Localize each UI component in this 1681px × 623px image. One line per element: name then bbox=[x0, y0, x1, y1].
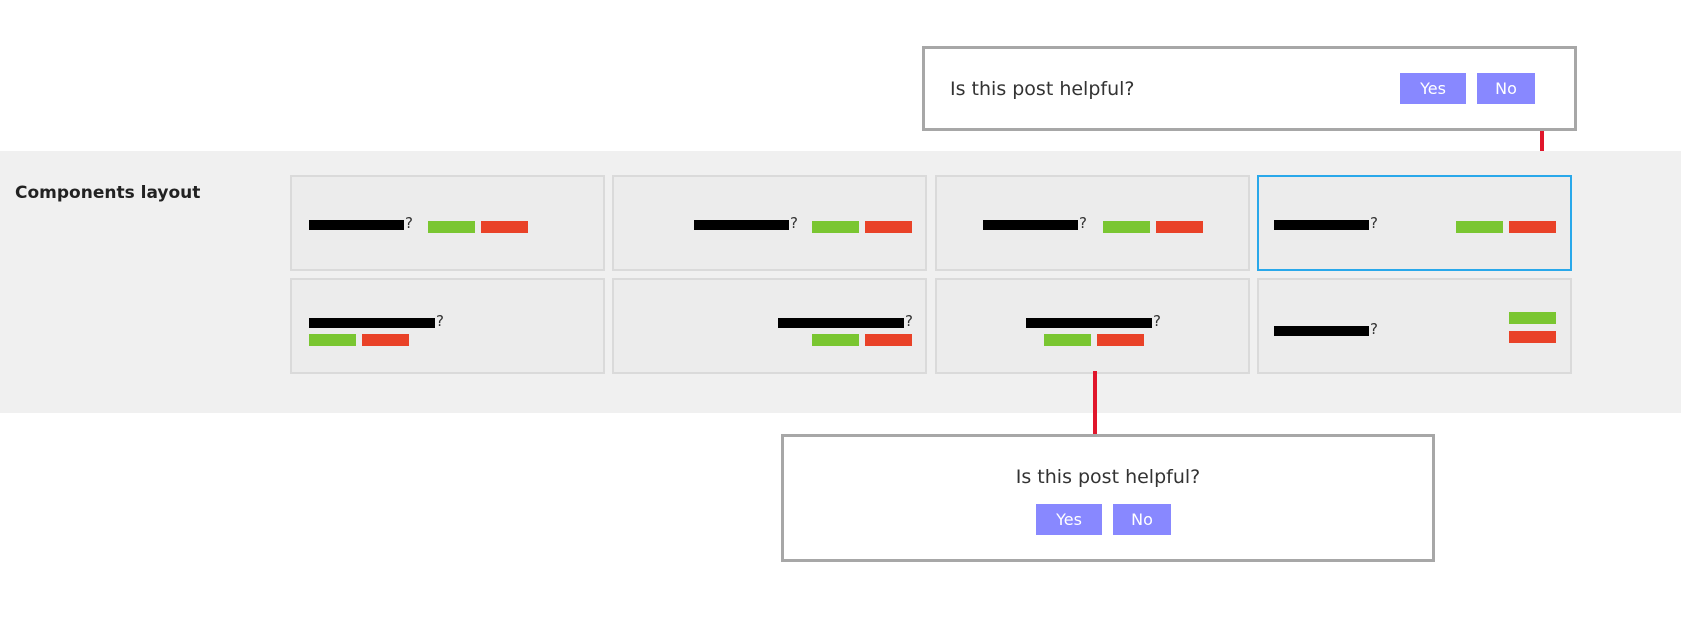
question-bar-icon bbox=[694, 220, 789, 230]
question-mark: ? bbox=[1370, 320, 1378, 338]
question-mark: ? bbox=[1153, 312, 1161, 330]
no-swatch-icon bbox=[362, 334, 409, 346]
question-mark: ? bbox=[1370, 214, 1378, 232]
no-swatch-icon bbox=[1156, 221, 1203, 233]
no-swatch-icon bbox=[1509, 221, 1556, 233]
yes-swatch-icon bbox=[1044, 334, 1091, 346]
preview-stacked-center: Is this post helpful? Yes No bbox=[781, 434, 1435, 562]
yes-swatch-icon bbox=[812, 334, 859, 346]
question-bar-icon bbox=[309, 220, 404, 230]
question-bar-icon bbox=[309, 318, 435, 328]
no-swatch-icon bbox=[1097, 334, 1144, 346]
no-swatch-icon bbox=[865, 221, 912, 233]
layout-option-spread[interactable]: ? bbox=[1257, 175, 1572, 271]
question-mark: ? bbox=[1079, 214, 1087, 232]
connector-line-bottom bbox=[1093, 371, 1097, 436]
question-mark: ? bbox=[405, 214, 413, 232]
question-bar-icon bbox=[778, 318, 904, 328]
layout-option-stacked-left[interactable]: ? bbox=[290, 278, 605, 374]
yes-button[interactable]: Yes bbox=[1036, 504, 1102, 535]
layout-option-inline-right-buttons[interactable]: ? bbox=[612, 175, 927, 271]
question-mark: ? bbox=[790, 214, 798, 232]
yes-button[interactable]: Yes bbox=[1400, 73, 1466, 104]
yes-swatch-icon bbox=[1509, 312, 1556, 324]
no-swatch-icon bbox=[865, 334, 912, 346]
yes-swatch-icon bbox=[1103, 221, 1150, 233]
preview-question: Is this post helpful? bbox=[950, 78, 1135, 100]
layout-option-buttons-stacked-right[interactable]: ? bbox=[1257, 278, 1572, 374]
preview-question: Is this post helpful? bbox=[1015, 466, 1201, 488]
no-swatch-icon bbox=[481, 221, 528, 233]
no-button[interactable]: No bbox=[1113, 504, 1171, 535]
layout-option-stacked-right[interactable]: ? bbox=[612, 278, 927, 374]
layout-option-inline-left[interactable]: ? bbox=[290, 175, 605, 271]
question-bar-icon bbox=[983, 220, 1078, 230]
yes-swatch-icon bbox=[309, 334, 356, 346]
yes-swatch-icon bbox=[812, 221, 859, 233]
preview-inline-right: Is this post helpful? Yes No bbox=[922, 46, 1577, 131]
section-title: Components layout bbox=[15, 183, 201, 203]
no-button[interactable]: No bbox=[1477, 73, 1535, 104]
question-mark: ? bbox=[436, 312, 444, 330]
question-bar-icon bbox=[1274, 220, 1369, 230]
question-bar-icon bbox=[1026, 318, 1152, 328]
no-swatch-icon bbox=[1509, 331, 1556, 343]
yes-swatch-icon bbox=[428, 221, 475, 233]
layout-option-inline-center[interactable]: ? bbox=[935, 175, 1250, 271]
question-mark: ? bbox=[905, 312, 913, 330]
layout-option-stacked-center[interactable]: ? bbox=[935, 278, 1250, 374]
yes-swatch-icon bbox=[1456, 221, 1503, 233]
question-bar-icon bbox=[1274, 326, 1369, 336]
